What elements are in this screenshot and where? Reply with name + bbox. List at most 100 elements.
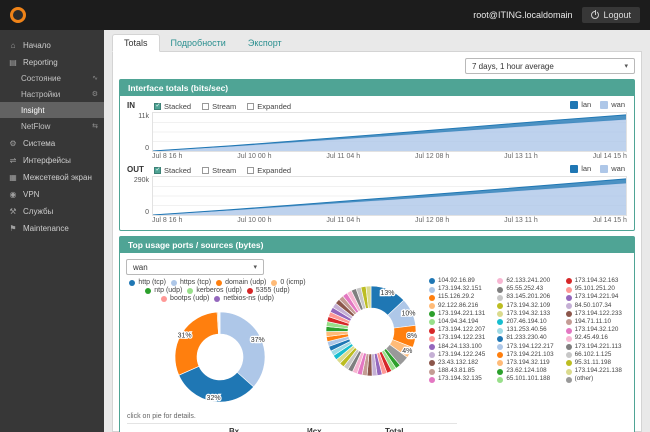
sidebar-item-home[interactable]: ⌂ Начало	[0, 37, 104, 53]
legend-item: 173.194.32.120	[566, 327, 627, 334]
sidebar-item-settings[interactable]: Настройки ⚙	[0, 86, 104, 102]
expanded-toggle[interactable]: Expanded	[247, 166, 291, 175]
legend-item: 83.145.201.206	[497, 294, 558, 301]
system-gear-icon: ⚙	[8, 139, 18, 148]
legend-item: 194.71.11.10	[566, 319, 627, 326]
pie-percent-label: 31%	[178, 333, 192, 340]
legend-item: 173.194.122.207	[429, 327, 490, 334]
legend-item: wan	[600, 100, 625, 109]
legend-swatch	[171, 280, 177, 286]
sidebar: ⌂ Начало ▤ Reporting Состояние ∿ Настрой…	[0, 30, 104, 432]
legend-swatch	[145, 288, 151, 294]
legend-swatch	[429, 303, 435, 309]
legend-item: 173.194.32.163	[566, 278, 627, 285]
legend-swatch	[429, 328, 435, 334]
stream-toggle[interactable]: Stream	[202, 166, 236, 175]
sidebar-item-vpn[interactable]: ◉ VPN	[0, 186, 104, 202]
legend-swatch	[566, 377, 572, 383]
legend-swatch	[271, 280, 277, 286]
legend-item: 173.194.32.135	[429, 376, 490, 383]
sidebar-item-interfaces[interactable]: ⇌ Интерфейсы	[0, 152, 104, 168]
x-tick-label: Jul 10 00 h	[237, 153, 271, 162]
stacked-toggle[interactable]: Stacked	[154, 166, 191, 175]
legend-swatch	[497, 369, 503, 375]
x-tick-label: Jul 11 04 h	[326, 153, 360, 162]
legend-swatch	[497, 311, 503, 317]
legend-item: 0 (icmp)	[271, 279, 305, 286]
legend-swatch	[429, 369, 435, 375]
stacked-toggle[interactable]: Stacked	[154, 102, 191, 111]
sidebar-item-system[interactable]: ⚙ Система	[0, 135, 104, 151]
x-tick-label: Jul 11 04 h	[326, 217, 360, 226]
sidebar-item-firewall[interactable]: ▦ Межсетевой экран	[0, 169, 104, 185]
legend-item: 131.253.40.56	[497, 327, 558, 334]
tab-details[interactable]: Подробности	[160, 35, 237, 51]
stream-checkbox[interactable]	[202, 103, 209, 110]
legend-swatch	[187, 288, 193, 294]
legend-swatch	[566, 328, 572, 334]
period-select[interactable]: 7 days, 1 hour average ▾	[465, 58, 635, 74]
x-tick-label: Jul 14 15 h	[593, 153, 627, 162]
home-icon: ⌂	[8, 41, 18, 50]
sidebar-item-insight[interactable]: Insight	[0, 102, 104, 118]
direction-label: OUT	[127, 165, 144, 174]
legend-item: lan	[570, 100, 591, 109]
stacked-checkbox[interactable]	[154, 167, 161, 174]
legend-item: (other)	[566, 376, 627, 383]
sidebar-item-services[interactable]: ⚒ Службы	[0, 203, 104, 219]
stacked-checkbox[interactable]	[154, 103, 161, 110]
chart-controls: Stacked Stream Expanded lanwan	[152, 164, 627, 176]
stream-toggle[interactable]: Stream	[202, 102, 236, 111]
x-tick-label: Jul 8 16 h	[152, 153, 182, 162]
out-area-chart[interactable]	[152, 176, 627, 216]
sidebar-item-netflow[interactable]: NetFlow ⇆	[0, 118, 104, 134]
tab-export[interactable]: Экспорт	[237, 35, 293, 51]
chevron-down-icon: ▾	[624, 62, 628, 70]
pie-percent-label: 32%	[207, 395, 221, 402]
legend-item: 173.194.122.233	[566, 311, 627, 318]
legend-item: 173.194.221.103	[497, 352, 558, 359]
legend-swatch	[497, 278, 503, 284]
legend-item: 95.31.11.198	[566, 360, 627, 367]
legend-item: 173.194.32.151	[429, 286, 490, 293]
pie-percent-label: 13%	[380, 290, 394, 297]
panel-title: Interface totals (bits/sec)	[120, 80, 634, 96]
expanded-checkbox[interactable]	[247, 167, 254, 174]
pie-percent-label: 37%	[251, 337, 265, 344]
expanded-checkbox[interactable]	[247, 103, 254, 110]
gear-icon: ⚙	[92, 90, 98, 98]
in-area-chart[interactable]	[152, 112, 627, 152]
sidebar-item-health[interactable]: Состояние ∿	[0, 70, 104, 86]
sidebar-item-label: Межсетевой экран	[23, 173, 92, 182]
legend-item: 95.101.251.20	[566, 286, 627, 293]
sidebar-item-reporting[interactable]: ▤ Reporting	[0, 54, 104, 70]
sources-donut-chart[interactable]: 13%10%8%4%	[317, 277, 425, 385]
legend-item: 173.194.122.217	[497, 344, 558, 351]
ports-donut-chart[interactable]: 37% 32% 31%	[166, 303, 274, 411]
stream-checkbox[interactable]	[202, 167, 209, 174]
legend-swatch	[497, 303, 503, 309]
pie-percent-label: 10%	[401, 310, 415, 317]
pie-slice[interactable]	[220, 312, 265, 387]
tab-totals[interactable]: Totals	[112, 34, 160, 52]
panel-title: Top usage ports / sources (bytes)	[120, 237, 634, 253]
series-legend: lanwan	[570, 164, 625, 173]
legend-swatch	[216, 280, 222, 286]
sidebar-item-maintenance[interactable]: ⚑ Maintenance	[0, 220, 104, 236]
logout-button[interactable]: Logout	[582, 7, 640, 23]
in-traffic-chart: IN 11k 0 Stacked Stream Expanded lanwan	[123, 99, 629, 163]
interface-select[interactable]: wan ▾	[126, 259, 264, 275]
top-bar: root@ITING.localdomain Logout	[0, 0, 650, 30]
legend-swatch	[429, 295, 435, 301]
y-axis-max-tick: 290k	[134, 177, 149, 184]
y-axis-zero-tick: 0	[145, 145, 149, 152]
opnsense-logo	[10, 7, 26, 23]
chart-controls: Stacked Stream Expanded lanwan	[152, 100, 627, 112]
sources-legend: 104.92.16.89173.194.32.151115.126.29.292…	[429, 278, 627, 384]
sidebar-item-label: Система	[23, 139, 55, 148]
expanded-toggle[interactable]: Expanded	[247, 102, 291, 111]
legend-swatch	[497, 295, 503, 301]
pie-slice[interactable]	[175, 312, 219, 375]
sidebar-item-label: Состояние	[21, 74, 61, 83]
legend-swatch	[429, 336, 435, 342]
